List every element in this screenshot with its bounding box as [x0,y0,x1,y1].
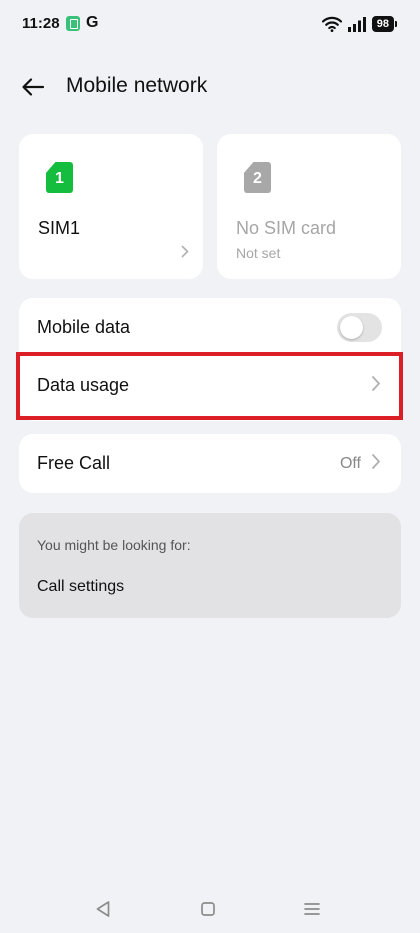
header: Mobile network [0,62,420,112]
nav-menu-icon [304,903,320,915]
data-usage-row[interactable]: Data usage [19,356,401,416]
sim-card-icon: 2 [244,162,271,193]
app-notification-icon [66,16,80,31]
suggestions-caption: You might be looking for: [37,537,191,553]
arrow-left-icon [22,78,45,96]
sim1-name: SIM1 [38,218,81,238]
navigation-bar [0,885,420,933]
mobile-data-toggle[interactable] [337,313,382,342]
wifi-icon [321,16,342,32]
sim2-name: No SIM card [236,218,337,238]
status-time: 11:28 [22,15,60,32]
nav-back-button[interactable] [90,897,116,921]
mobile-data-row: Mobile data [19,298,401,358]
nav-home-button[interactable] [195,897,221,921]
status-bar: 11:28 G 98 [0,0,420,48]
back-button[interactable] [18,72,48,102]
free-call-group: Free Call Off [19,434,401,493]
status-icons: 98 [321,15,398,33]
nav-menu-button[interactable] [299,897,325,921]
free-call-right: Off [340,453,381,475]
nav-home-icon [201,902,215,916]
free-call-value: Off [339,455,361,472]
page-title: Mobile network [66,74,208,97]
chevron-right-icon [371,375,381,397]
chevron-right-icon [181,245,189,263]
data-usage-right [371,375,381,397]
data-usage-label: Data usage [37,375,130,395]
sim2-card[interactable]: 2 No SIM card Not set [217,134,401,279]
nav-back-icon [96,901,110,917]
chevron-right-icon [371,453,381,475]
sim2-subtitle: Not set [236,245,281,261]
carrier-glyph: G [86,14,99,31]
mobile-network-screen: 11:28 G 98 Mobile network 1 SIM1 2 No SI… [0,0,420,933]
free-call-row[interactable]: Free Call Off [19,434,401,494]
suggestion-call-settings[interactable]: Call settings [37,578,124,596]
free-call-label: Free Call [37,453,111,473]
network-settings-group: Mobile data Data usage [19,298,401,421]
sim1-card[interactable]: 1 SIM1 [19,134,203,279]
signal-icon [347,16,366,32]
battery-icon: 98 [371,16,398,32]
sim-card-icon: 1 [46,162,73,193]
suggestions-panel: You might be looking for: Call settings [19,513,401,618]
toggle-knob [340,316,363,339]
mobile-data-label: Mobile data [37,317,131,337]
